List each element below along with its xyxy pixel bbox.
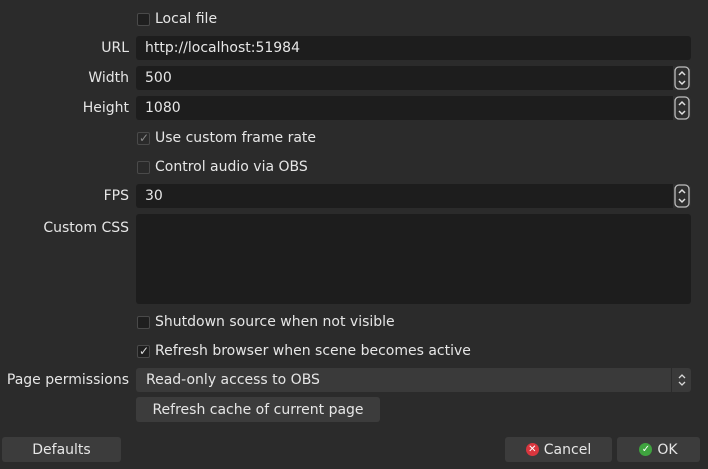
height-stepper[interactable] <box>673 96 691 120</box>
url-label: URL <box>101 40 129 56</box>
page-permissions-value[interactable]: Read-only access to OBS <box>146 372 320 388</box>
cancel-button[interactable]: ✕ Cancel <box>505 437 612 462</box>
ok-button[interactable]: ✓ OK <box>617 437 700 462</box>
ok-label: OK <box>657 441 678 458</box>
height-spinbox[interactable]: 1080 <box>136 96 691 120</box>
local-file-checkbox-row[interactable]: Local file <box>137 10 217 28</box>
width-spinbox[interactable]: 500 <box>136 66 691 90</box>
width-label: Width <box>88 70 129 86</box>
defaults-label: Defaults <box>32 441 91 458</box>
page-permissions-select[interactable]: Read-only access to OBS <box>136 368 691 392</box>
shutdown-source-label: Shutdown source when not visible <box>155 314 395 330</box>
updown-arrows-icon[interactable] <box>673 66 691 90</box>
local-file-checkbox[interactable] <box>137 12 150 26</box>
fps-label: FPS <box>103 188 129 204</box>
height-value[interactable]: 1080 <box>145 96 181 120</box>
shutdown-source-checkbox[interactable] <box>137 315 150 329</box>
custom-frame-rate-checkbox[interactable] <box>137 131 150 145</box>
height-label: Height <box>82 100 129 116</box>
width-value[interactable]: 500 <box>145 66 172 90</box>
shutdown-source-row[interactable]: Shutdown source when not visible <box>137 313 395 331</box>
custom-frame-rate-row[interactable]: Use custom frame rate <box>137 129 316 147</box>
custom-css-label: Custom CSS <box>43 220 129 236</box>
fps-stepper[interactable] <box>673 184 691 208</box>
refresh-browser-label: Refresh browser when scene becomes activ… <box>155 343 471 359</box>
updown-arrows-icon[interactable] <box>673 184 691 208</box>
dropdown-arrows[interactable] <box>671 368 691 392</box>
updown-arrows-icon[interactable] <box>673 96 691 120</box>
page-permissions-label: Page permissions <box>6 372 129 388</box>
control-audio-checkbox[interactable] <box>137 160 150 174</box>
control-audio-label: Control audio via OBS <box>155 159 308 175</box>
refresh-browser-row[interactable]: Refresh browser when scene becomes activ… <box>137 342 471 360</box>
ok-icon: ✓ <box>639 443 653 456</box>
chevron-updown-icon[interactable] <box>672 368 692 392</box>
cancel-icon: ✕ <box>525 443 539 456</box>
custom-frame-rate-label: Use custom frame rate <box>155 130 317 146</box>
url-input[interactable]: http://localhost:51984 <box>136 36 691 60</box>
local-file-label: Local file <box>155 11 218 27</box>
refresh-browser-checkbox[interactable] <box>137 344 150 358</box>
custom-css-textarea[interactable] <box>136 214 691 304</box>
fps-spinbox[interactable]: 30 <box>136 184 691 208</box>
browser-source-properties: Local file URL http://localhost:51984 Wi… <box>0 0 708 469</box>
control-audio-row[interactable]: Control audio via OBS <box>137 158 308 176</box>
cancel-label: Cancel <box>543 441 592 458</box>
defaults-button[interactable]: Defaults <box>2 437 121 462</box>
width-stepper[interactable] <box>673 66 691 90</box>
refresh-cache-button[interactable]: Refresh cache of current page <box>136 397 380 422</box>
refresh-cache-label: Refresh cache of current page <box>152 401 364 418</box>
fps-value[interactable]: 30 <box>145 184 163 208</box>
